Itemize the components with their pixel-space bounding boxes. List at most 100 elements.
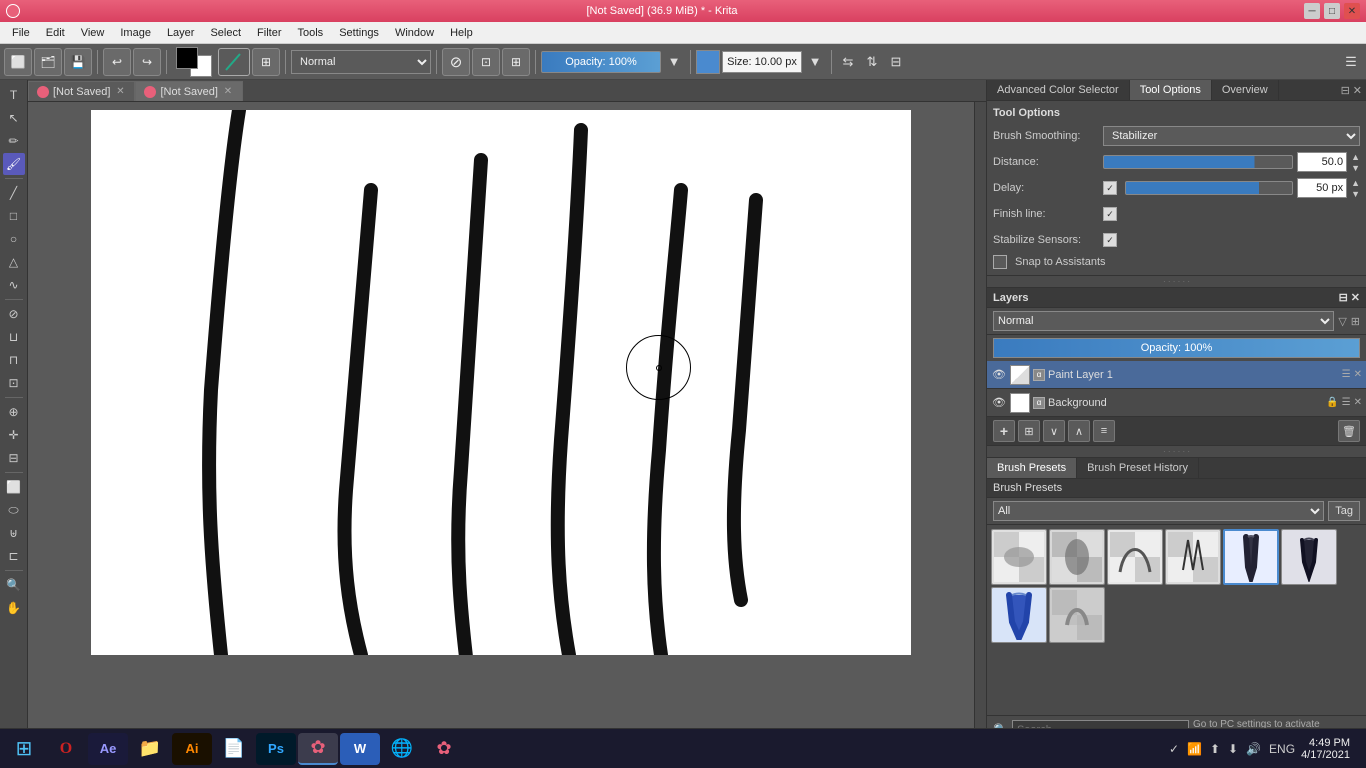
brush-category-select[interactable]: All: [993, 501, 1324, 521]
move-tool[interactable]: ✛: [3, 424, 25, 446]
krita-secondary-button[interactable]: ✿: [424, 733, 464, 765]
new-window-button[interactable]: ⬜: [4, 48, 32, 76]
erase-button[interactable]: ⊘: [442, 48, 470, 76]
delete-layer-button[interactable]: 🗑: [1338, 420, 1360, 442]
tray-network-icon[interactable]: 📶: [1185, 742, 1204, 756]
tray-up-icon[interactable]: ⬆: [1208, 742, 1222, 756]
after-effects-button[interactable]: Ae: [88, 733, 128, 765]
snap-checkbox[interactable]: [993, 255, 1007, 269]
bezier-tool[interactable]: ∿: [3, 274, 25, 296]
delay-slider[interactable]: [1125, 181, 1293, 195]
contiguous-select-tool[interactable]: ⊏: [3, 545, 25, 567]
menu-file[interactable]: File: [4, 25, 38, 41]
explorer-button[interactable]: 📁: [130, 733, 170, 765]
fill-tool[interactable]: ⊔: [3, 326, 25, 348]
brush-preset-5[interactable]: [1223, 529, 1279, 585]
layer-filter-button[interactable]: ▽: [1338, 315, 1346, 328]
krita-taskbar-button[interactable]: ✿: [298, 733, 338, 765]
redo-button[interactable]: ↪: [133, 48, 161, 76]
crop-tool[interactable]: ⊟: [3, 447, 25, 469]
layer-alpha-background[interactable]: α: [1033, 397, 1045, 409]
opacity-expand-button[interactable]: ▼: [663, 51, 685, 73]
move-layer-down-button[interactable]: ∨: [1043, 420, 1065, 442]
layer-delete-background[interactable]: ✕: [1354, 397, 1362, 408]
text-tool[interactable]: T: [3, 84, 25, 106]
tab-advanced-color[interactable]: Advanced Color Selector: [987, 80, 1130, 100]
menu-edit[interactable]: Edit: [38, 25, 73, 41]
panel-toggle-button[interactable]: ☰: [1340, 51, 1362, 73]
bp-tab-history[interactable]: Brush Preset History: [1077, 458, 1199, 478]
tray-down-icon[interactable]: ⬇: [1226, 742, 1240, 756]
close-button[interactable]: ✕: [1344, 3, 1360, 19]
right-panel-close-button[interactable]: ✕: [1353, 84, 1362, 97]
menu-filter[interactable]: Filter: [249, 25, 289, 41]
word-button[interactable]: W: [340, 733, 380, 765]
distance-up-button[interactable]: ▲: [1351, 152, 1360, 162]
delay-up-button[interactable]: ▲: [1351, 178, 1360, 188]
open-button[interactable]: 🗂: [34, 48, 62, 76]
foreground-color-swatch[interactable]: [176, 47, 198, 69]
polygon-tool[interactable]: △: [3, 251, 25, 273]
brush-preset-8[interactable]: [1049, 587, 1105, 643]
layer-eye-background[interactable]: 👁: [991, 395, 1007, 411]
layer-eye-paint[interactable]: 👁: [991, 367, 1007, 383]
vertical-scrollbar[interactable]: [974, 102, 986, 744]
freehand-select-tool[interactable]: ⊎: [3, 522, 25, 544]
maximize-button[interactable]: □: [1324, 3, 1340, 19]
layer-blend-select[interactable]: Normal: [993, 311, 1334, 331]
brush-preset-3[interactable]: [1107, 529, 1163, 585]
layer-add-channel-button[interactable]: ⊞: [1351, 315, 1360, 328]
bp-tab-presets[interactable]: Brush Presets: [987, 458, 1077, 478]
layer-row-background[interactable]: 👁 α Background 🔒 ☰ ✕: [987, 389, 1366, 417]
grid-button[interactable]: ⊞: [252, 48, 280, 76]
start-button[interactable]: ⊞: [4, 733, 44, 765]
delay-down-button[interactable]: ▼: [1351, 189, 1360, 199]
distance-down-button[interactable]: ▼: [1351, 163, 1360, 173]
wrap-button[interactable]: ⊞: [502, 48, 530, 76]
canvas-tab-1[interactable]: [Not Saved] ✕: [28, 81, 135, 101]
layer-delete-paint[interactable]: ✕: [1354, 369, 1362, 380]
menu-layer[interactable]: Layer: [159, 25, 203, 41]
layer-alpha-paint[interactable]: α: [1033, 369, 1045, 381]
opacity-bar[interactable]: Opacity: 100%: [541, 51, 661, 73]
layer-row-paint[interactable]: 👁 α Paint Layer 1 ☰ ✕: [987, 361, 1366, 389]
canvas-tab-1-close[interactable]: ✕: [114, 86, 126, 98]
move-layer-up-button[interactable]: ∧: [1068, 420, 1090, 442]
brush-preset-7[interactable]: [991, 587, 1047, 643]
brush-preset-2[interactable]: [1049, 529, 1105, 585]
save-button[interactable]: 💾: [64, 48, 92, 76]
layer-opacity-bar[interactable]: Opacity: 100%: [993, 338, 1360, 358]
canvas-tab-2-close[interactable]: ✕: [222, 86, 234, 98]
size-display[interactable]: Size: 10.00 px: [722, 51, 802, 73]
ellipse-select-tool[interactable]: ⬭: [3, 499, 25, 521]
layer-options-paint[interactable]: ☰: [1342, 369, 1351, 380]
tray-check-icon[interactable]: ✓: [1167, 742, 1181, 756]
freehand-tool[interactable]: ✏: [3, 130, 25, 152]
layer-lock-background[interactable]: 🔒: [1326, 397, 1338, 408]
menu-settings[interactable]: Settings: [331, 25, 387, 41]
canvas-tab-2[interactable]: [Not Saved] ✕: [135, 81, 242, 101]
brush-size-indicator[interactable]: [696, 50, 720, 74]
gradient-tool[interactable]: ⊓: [3, 349, 25, 371]
zoom-tool[interactable]: 🔍: [3, 574, 25, 596]
ellipse-tool[interactable]: ○: [3, 228, 25, 250]
wrap-around-button[interactable]: ⊟: [885, 51, 907, 73]
panel-drag-2[interactable]: · · · · · ·: [987, 446, 1366, 457]
undo-button[interactable]: ↩: [103, 48, 131, 76]
tag-button[interactable]: Tag: [1328, 501, 1360, 521]
menu-image[interactable]: Image: [112, 25, 159, 41]
blend-mode-select[interactable]: Normal: [291, 50, 431, 74]
menu-help[interactable]: Help: [442, 25, 481, 41]
layers-float-button[interactable]: ⊟: [1339, 291, 1348, 304]
brush-preset-button[interactable]: [218, 48, 250, 76]
brush-tool[interactable]: 🖌: [3, 153, 25, 175]
finish-line-checkbox[interactable]: ✓: [1103, 207, 1117, 221]
tray-lang-label[interactable]: ENG: [1267, 742, 1297, 756]
tray-volume-icon[interactable]: 🔊: [1244, 742, 1263, 756]
menu-view[interactable]: View: [73, 25, 113, 41]
preserve-alpha-button[interactable]: ⊡: [472, 48, 500, 76]
menu-tools[interactable]: Tools: [290, 25, 332, 41]
smart-patch-tool[interactable]: ⊡: [3, 372, 25, 394]
brush-preset-4[interactable]: [1165, 529, 1221, 585]
right-panel-float-button[interactable]: ⊟: [1341, 84, 1350, 97]
